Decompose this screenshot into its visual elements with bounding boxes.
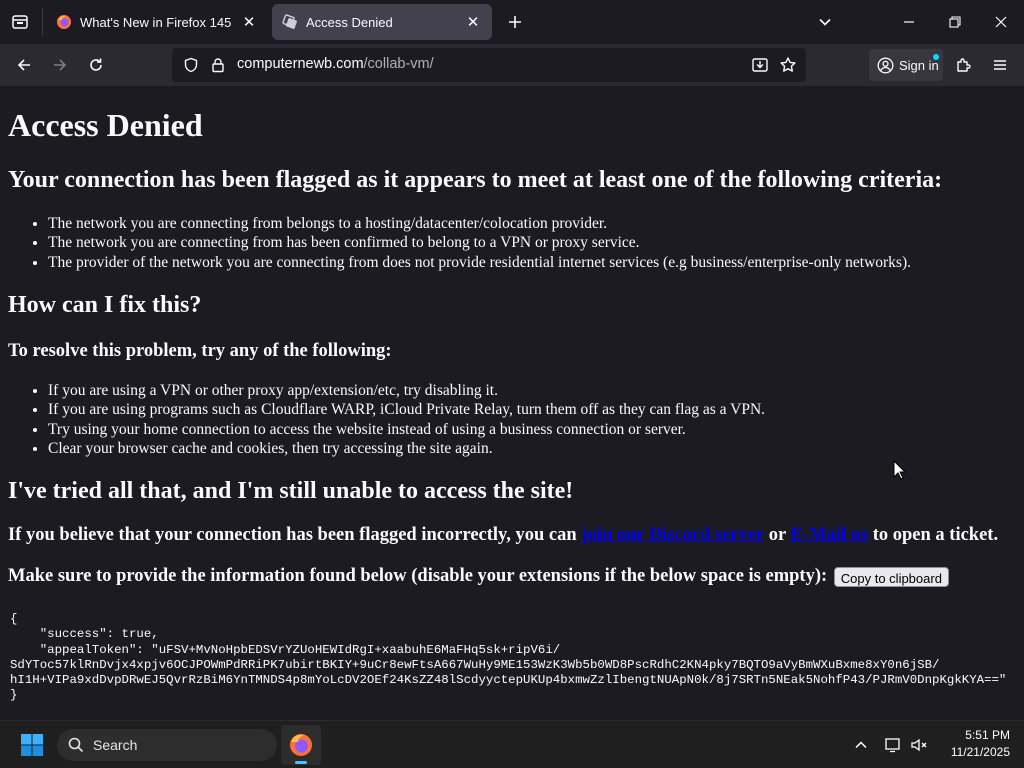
list-item: The network you are connecting from has … [48,233,911,252]
close-icon [995,16,1007,28]
list-item: Clear your browser cache and cookies, th… [48,439,765,458]
discord-link[interactable]: join our Discord server [581,525,764,545]
firefox-icon [56,14,72,30]
resolve-heading: To resolve this problem, try any of the … [8,341,392,361]
show-hidden-icons-chevron-up-icon[interactable] [851,735,871,755]
search-placeholder: Search [93,737,138,753]
email-link[interactable]: E-Mail us [790,525,868,545]
minimize-icon [904,21,914,23]
ticket-or: or [764,525,791,545]
lock-icon[interactable] [209,56,227,74]
url-domain: computernewb.com [237,56,364,72]
criteria-list: The network you are connecting from belo… [8,214,911,272]
vm-icon [282,14,298,30]
forward-button[interactable] [46,51,74,79]
url-text[interactable]: computernewb.com/collab-vm/ [237,56,434,72]
tracking-protection-shield-icon[interactable] [182,56,200,74]
ticket-suffix: to open a ticket. [868,525,999,545]
flag-heading: Your connection has been flagged as it a… [8,167,943,193]
fix-heading: How can I fix this? [8,292,202,318]
tried-heading: I've tried all that, and I'm still unabl… [8,478,574,504]
taskbar-firefox-button[interactable] [281,725,321,765]
notification-dot [933,54,939,60]
extensions-button[interactable] [950,51,978,79]
account-icon [877,57,894,73]
info-text: Make sure to provide the information fou… [8,566,832,586]
list-item: The network you are connecting from belo… [48,214,911,233]
maximize-button[interactable] [941,8,969,36]
chevron-down-icon [819,18,831,26]
list-item: The provider of the network you are conn… [48,253,911,272]
tab-separator [42,8,43,36]
list-item: If you are using programs such as Cloudf… [48,400,765,419]
page-content: Access Denied Your connection has been f… [0,86,1024,720]
tab-title: What's New in Firefox 145 [80,14,232,30]
sign-in-label: Sign in [899,57,939,73]
list-item: If you are using a VPN or other proxy ap… [48,381,765,400]
back-arrow-icon [17,59,30,71]
puzzle-piece-icon [957,58,971,72]
list-all-tabs-button[interactable] [811,8,839,36]
clock-time: 5:51 PM [965,728,1010,742]
url-path: /collab-vm/ [363,56,434,72]
close-window-button[interactable] [987,8,1015,36]
clock-date: 11/21/2025 [950,745,1010,759]
ticket-prefix: If you believe that your connection has … [8,525,582,545]
mouse-pointer-icon [893,460,907,480]
save-to-pocket-icon[interactable] [751,56,769,74]
restore-icon [949,16,961,28]
app-menu-button[interactable] [986,51,1014,79]
windows-taskbar: Search 5:51 PM 11/21/2025 [0,720,1024,768]
sign-in-button[interactable]: Sign in [869,49,943,81]
url-bar[interactable]: computernewb.com/collab-vm/ [172,48,806,82]
close-tab-icon[interactable]: ✕ [464,13,482,31]
volume-muted-icon[interactable] [909,735,929,755]
ticket-paragraph: If you believe that your connection has … [8,525,998,546]
reload-button[interactable] [82,51,110,79]
reload-icon [90,58,102,71]
firefox-view-button[interactable] [8,10,32,34]
info-paragraph: Make sure to provide the information fou… [8,566,949,587]
close-tab-icon[interactable]: ✕ [240,13,258,31]
taskbar-search-box[interactable]: Search [57,729,277,761]
firefox-view-icon [12,15,28,29]
search-icon [67,736,85,754]
page-title: Access Denied [8,107,203,143]
windows-start-icon[interactable] [20,733,44,757]
appeal-info-json: { "success": true, "appealToken": "uFSV+… [10,612,1007,703]
list-item: Try using your home connection to access… [48,420,765,439]
back-button[interactable] [10,51,38,79]
new-tab-button[interactable] [503,10,527,34]
tab-access-denied[interactable]: Access Denied ✕ [272,4,492,40]
plus-icon [509,16,521,28]
firefox-icon [290,734,312,756]
navigation-toolbar: computernewb.com/collab-vm/ Sign in [0,44,1024,86]
copy-to-clipboard-button[interactable]: Copy to clipboard [833,566,949,587]
taskbar-clock[interactable]: 5:51 PM 11/21/2025 [940,727,1010,761]
active-app-indicator [295,761,307,764]
fix-list: If you are using a VPN or other proxy ap… [8,381,765,458]
forward-arrow-icon [54,59,67,71]
tab-whats-new[interactable]: What's New in Firefox 145 ✕ [46,4,268,40]
bookmark-star-icon[interactable] [779,56,797,74]
minimize-button[interactable] [895,8,923,36]
network-display-icon[interactable] [883,735,903,755]
tab-title: Access Denied [306,14,393,30]
tab-strip: What's New in Firefox 145 ✕ Access Denie… [0,0,1024,44]
hamburger-menu-icon [994,60,1006,70]
